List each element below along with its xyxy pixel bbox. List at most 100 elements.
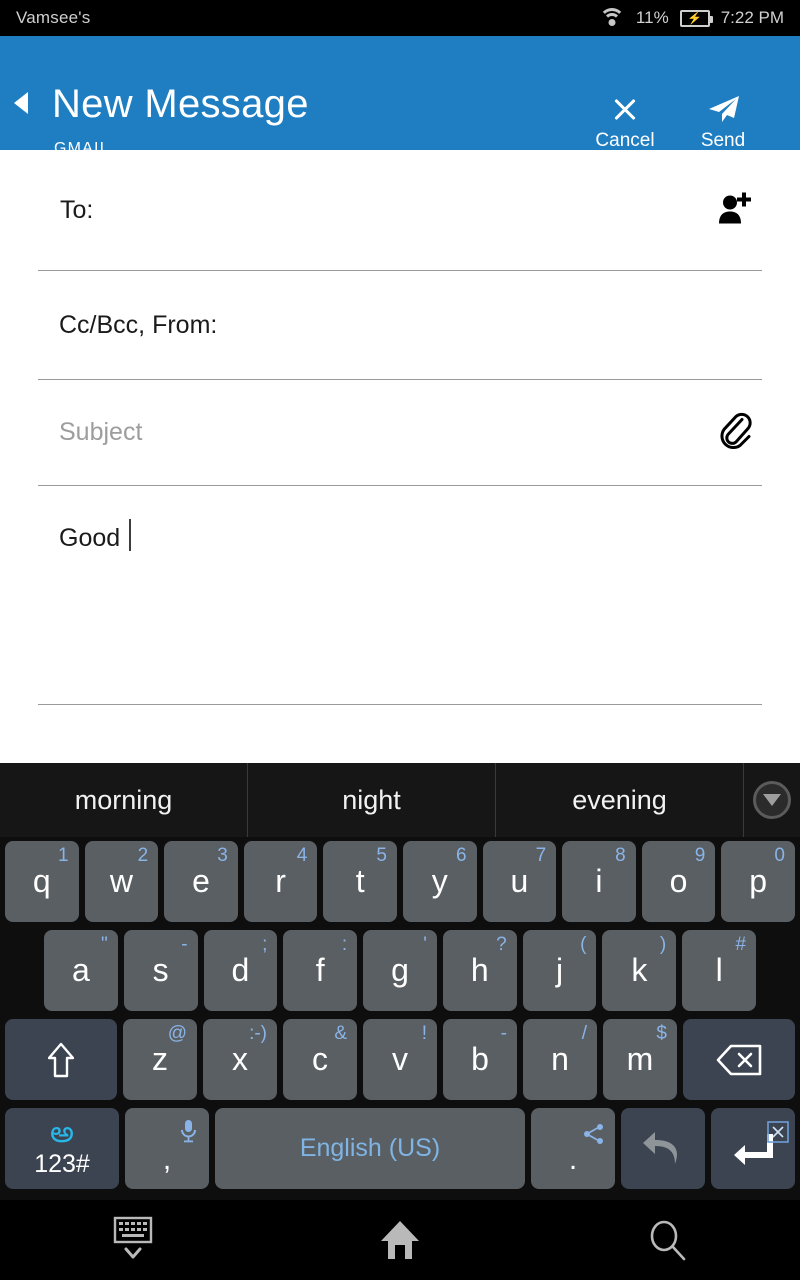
period-key-label: .: [568, 1143, 578, 1176]
paperclip-attach-icon[interactable]: [718, 411, 752, 454]
key-q-sup: 1: [58, 845, 69, 866]
key-n-label: n: [551, 1041, 569, 1077]
key-g-label: g: [391, 952, 409, 988]
key-o-sup: 9: [694, 845, 706, 866]
key-o[interactable]: 9o: [641, 841, 716, 922]
key-s[interactable]: -s: [123, 930, 198, 1011]
key-k-label: k: [631, 952, 648, 988]
suggestion-item-2[interactable]: night: [248, 763, 496, 837]
key-m[interactable]: $ m: [603, 1019, 677, 1100]
key-h-sup: ?: [496, 934, 507, 955]
key-v-label: v: [392, 1041, 408, 1077]
symbols-key-label: 123#: [34, 1150, 90, 1178]
key-i-sup: 8: [615, 845, 626, 866]
keyboard-hide-icon: [106, 1216, 160, 1264]
key-r[interactable]: 4r: [243, 841, 318, 922]
ccbcc-from-field[interactable]: Cc/Bcc, From:: [38, 271, 762, 380]
undo-key[interactable]: [621, 1108, 705, 1189]
key-a-label: a: [71, 952, 90, 988]
suggestion-item-1[interactable]: morning: [0, 763, 248, 837]
space-key-label: English (US): [299, 1134, 441, 1162]
key-v[interactable]: ! v: [363, 1019, 437, 1100]
key-p-label: p: [749, 863, 768, 899]
key-c-sup: &: [334, 1023, 347, 1044]
person-add-icon[interactable]: [716, 191, 752, 230]
key-e[interactable]: 3e: [164, 841, 238, 922]
device-owner-label: Vamsee's: [16, 8, 91, 27]
suggestion-item-3[interactable]: evening: [496, 763, 744, 837]
key-c[interactable]: & c: [283, 1019, 357, 1100]
key-l-sup: #: [735, 934, 747, 955]
backspace-key[interactable]: [683, 1019, 795, 1100]
key-n[interactable]: / n: [523, 1019, 597, 1100]
key-f[interactable]: :f: [283, 930, 358, 1011]
send-button[interactable]: Send: [680, 94, 766, 152]
key-b[interactable]: -b: [443, 1019, 517, 1100]
share-icon[interactable]: [583, 1116, 605, 1144]
key-t[interactable]: 5t: [323, 841, 397, 922]
key-t-label: t: [355, 863, 365, 899]
key-y[interactable]: 6y: [402, 841, 477, 922]
key-x[interactable]: :-) x: [203, 1019, 277, 1100]
key-k[interactable]: ) k: [602, 930, 677, 1011]
subject-field[interactable]: Subject: [38, 380, 762, 486]
key-l-label: l: [715, 952, 723, 988]
key-d[interactable]: ; d: [203, 930, 278, 1011]
message-body-field[interactable]: Good: [38, 486, 762, 705]
comma-key-label: ,: [162, 1143, 172, 1176]
key-g-sup: ': [423, 934, 427, 955]
key-w-sup: 2: [137, 845, 149, 866]
keyboard-row-3: @ z :-) x & c ! v -b / n $ m: [0, 1015, 800, 1104]
key-e-label: e: [192, 863, 210, 899]
page-title: New Message: [52, 82, 309, 126]
to-field[interactable]: To:: [38, 150, 762, 271]
hide-keyboard-button[interactable]: [0, 1216, 267, 1264]
key-p[interactable]: 0p: [721, 841, 795, 922]
chevron-down-circle-icon: [753, 781, 791, 819]
key-u[interactable]: 7u: [482, 841, 557, 922]
key-q-label: q: [32, 863, 51, 899]
key-l[interactable]: # l: [682, 930, 757, 1011]
enter-key[interactable]: [711, 1108, 795, 1189]
key-b-sup: -: [500, 1023, 507, 1044]
search-button[interactable]: [533, 1219, 800, 1261]
app-header: New Message GMAIL Cancel Send: [0, 36, 800, 157]
key-q[interactable]: 1q: [5, 841, 79, 922]
key-m-label: m: [626, 1041, 654, 1077]
expand-suggestions-button[interactable]: [744, 763, 800, 837]
message-body-text: Good: [59, 524, 121, 552]
ccbcc-field-label: Cc/Bcc, From:: [59, 310, 218, 339]
telugu-letter-glyph: అ: [50, 1116, 74, 1149]
key-d-sup: ;: [262, 934, 268, 955]
keyboard-row-1: 1q 2w 3e 4r 5t 6y 7u 8i 9o 0p: [0, 837, 800, 926]
shift-key[interactable]: [5, 1019, 117, 1100]
key-r-sup: 4: [296, 845, 308, 866]
key-i-label: i: [595, 863, 603, 899]
back-arrow-icon[interactable]: [14, 92, 28, 114]
key-a[interactable]: " a: [44, 930, 118, 1011]
home-button[interactable]: [267, 1219, 534, 1261]
key-u-label: u: [510, 863, 529, 899]
to-field-label: To:: [60, 195, 94, 224]
shift-arrow-icon: [47, 1042, 75, 1078]
backspace-icon: [716, 1044, 762, 1076]
cancel-button[interactable]: Cancel: [582, 94, 668, 152]
key-w[interactable]: 2w: [84, 841, 159, 922]
key-i[interactable]: 8i: [562, 841, 636, 922]
key-h[interactable]: ? h: [442, 930, 517, 1011]
wifi-icon: [598, 8, 625, 28]
text-caret: [129, 519, 132, 551]
microphone-icon[interactable]: [180, 1114, 197, 1143]
comma-key[interactable]: ,: [125, 1108, 209, 1189]
space-key[interactable]: English (US): [215, 1108, 525, 1189]
period-key[interactable]: .: [531, 1108, 615, 1189]
key-j[interactable]: (j: [522, 930, 597, 1011]
key-g[interactable]: ' g: [363, 930, 437, 1011]
key-n-sup: /: [581, 1023, 587, 1044]
key-z[interactable]: @ z: [123, 1019, 197, 1100]
symbols-language-key[interactable]: అ 123#: [5, 1108, 119, 1189]
key-s-label: s: [152, 952, 169, 988]
key-w-label: w: [109, 863, 133, 899]
key-k-sup: ): [659, 934, 667, 955]
key-z-sup: @: [167, 1023, 187, 1044]
